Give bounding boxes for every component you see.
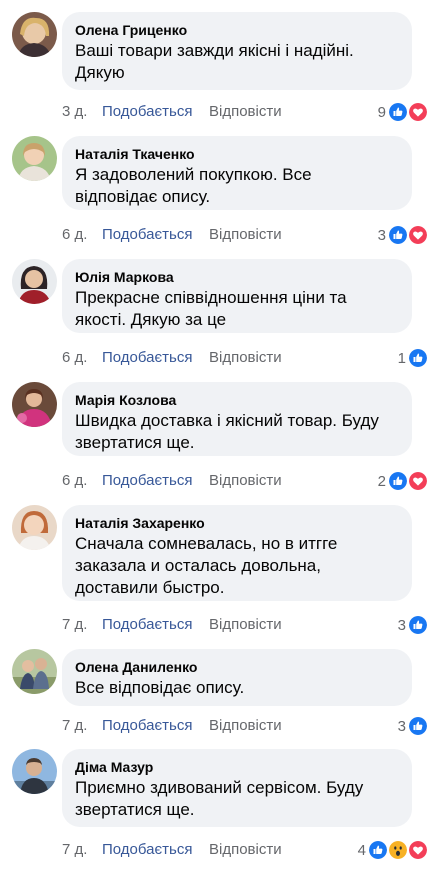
- comment-timestamp[interactable]: 6 д.: [62, 348, 87, 368]
- reply-button[interactable]: Відповісти: [209, 471, 282, 491]
- comment-author[interactable]: Наталія Захаренко: [75, 514, 398, 532]
- comment-actions: 6 д. Подобається Відповісти: [62, 225, 362, 245]
- reaction-count: 2: [377, 472, 386, 490]
- like-icon: [388, 225, 408, 245]
- avatar[interactable]: [12, 649, 57, 694]
- reaction-count: 3: [397, 717, 406, 735]
- comment-author[interactable]: Діма Мазур: [75, 758, 398, 776]
- like-icon: [408, 348, 428, 368]
- reply-button[interactable]: Відповісти: [209, 840, 282, 860]
- reply-button[interactable]: Відповісти: [209, 102, 282, 122]
- comment-text: Прекрасне співвідношення ціни та якості.…: [75, 288, 347, 329]
- avatar[interactable]: [12, 382, 57, 427]
- like-button[interactable]: Подобається: [102, 716, 192, 736]
- comment-author[interactable]: Юлія Маркова: [75, 268, 398, 286]
- comment-bubble: Наталія Захаренко Сначала сомневалась, но…: [62, 505, 412, 601]
- reaction-summary[interactable]: 1: [398, 348, 428, 368]
- comment-actions: 7 д. Подобається Відповісти: [62, 716, 362, 736]
- avatar[interactable]: [12, 505, 57, 550]
- comment-author[interactable]: Олена Гриценко: [75, 21, 398, 39]
- comment-author[interactable]: Марія Козлова: [75, 391, 398, 409]
- like-icon: [408, 716, 428, 736]
- like-button[interactable]: Подобається: [102, 615, 192, 635]
- comment-timestamp[interactable]: 3 д.: [62, 102, 87, 122]
- comment-bubble: Діма Мазур Приємно здивований сервісом. Б…: [62, 749, 412, 827]
- like-icon: [388, 102, 408, 122]
- comment-timestamp[interactable]: 7 д.: [62, 716, 87, 736]
- reply-button[interactable]: Відповісти: [209, 615, 282, 635]
- love-icon: [408, 225, 428, 245]
- reaction-summary[interactable]: 3: [378, 225, 428, 245]
- reaction-summary[interactable]: 3: [398, 716, 428, 736]
- reaction-summary[interactable]: 4: [358, 840, 428, 860]
- comment-timestamp[interactable]: 6 д.: [62, 225, 87, 245]
- like-button[interactable]: Подобається: [102, 840, 192, 860]
- comment-actions: 6 д. Подобається Відповісти: [62, 471, 362, 491]
- comment-text: Сначала сомневалась, но в итгге заказала…: [75, 534, 338, 597]
- love-icon: [408, 102, 428, 122]
- comment-timestamp[interactable]: 7 д.: [62, 840, 87, 860]
- comment-bubble: Марія Козлова Швидка доставка і якісний т…: [62, 382, 412, 456]
- like-button[interactable]: Подобається: [102, 471, 192, 491]
- reaction-count: 9: [377, 103, 386, 121]
- reply-button[interactable]: Відповісти: [209, 225, 282, 245]
- reaction-summary[interactable]: 2: [378, 471, 428, 491]
- avatar[interactable]: [12, 749, 57, 794]
- comment-bubble: Олена Даниленко Все відповідає опису.: [62, 649, 412, 706]
- comment-actions: 7 д. Подобається Відповісти: [62, 615, 362, 635]
- like-icon: [408, 615, 428, 635]
- comment-text: Я задоволений покупкою. Все відповідає о…: [75, 165, 312, 206]
- like-button[interactable]: Подобається: [102, 225, 192, 245]
- comment-timestamp[interactable]: 6 д.: [62, 471, 87, 491]
- like-icon: [388, 471, 408, 491]
- love-icon: [408, 840, 428, 860]
- comment-actions: 7 д. Подобається Відповісти: [62, 840, 362, 860]
- reaction-count: 3: [377, 226, 386, 244]
- like-button[interactable]: Подобається: [102, 348, 192, 368]
- comment-bubble: Наталія Ткаченко Я задоволений покупкою. …: [62, 136, 412, 210]
- comment-text: Приємно здивований сервісом. Буду зверта…: [75, 778, 364, 819]
- comment-timestamp[interactable]: 7 д.: [62, 615, 87, 635]
- reply-button[interactable]: Відповісти: [209, 348, 282, 368]
- avatar[interactable]: [12, 259, 57, 304]
- comment-author[interactable]: Наталія Ткаченко: [75, 145, 398, 163]
- comment-text: Ваші товари завжди якісні і надійні. Дяк…: [75, 41, 354, 82]
- avatar[interactable]: [12, 12, 57, 57]
- reaction-summary[interactable]: 9: [378, 102, 428, 122]
- comment-actions: 6 д. Подобається Відповісти: [62, 348, 362, 368]
- reaction-count: 1: [397, 349, 406, 367]
- reaction-count: 3: [397, 616, 406, 634]
- reaction-count: 4: [357, 841, 366, 859]
- reply-button[interactable]: Відповісти: [209, 716, 282, 736]
- comment-actions: 3 д. Подобається Відповісти: [62, 102, 362, 122]
- comment-author[interactable]: Олена Даниленко: [75, 658, 398, 676]
- like-icon: [368, 840, 388, 860]
- comment-bubble: Олена Гриценко Ваші товари завжди якісні …: [62, 12, 412, 90]
- reaction-summary[interactable]: 3: [398, 615, 428, 635]
- like-button[interactable]: Подобається: [102, 102, 192, 122]
- avatar[interactable]: [12, 136, 57, 181]
- comment-bubble: Юлія Маркова Прекрасне співвідношення цін…: [62, 259, 412, 333]
- comment-text: Все відповідає опису.: [75, 678, 245, 697]
- comment-text: Швидка доставка і якісний товар. Буду зв…: [75, 411, 379, 452]
- love-icon: [408, 471, 428, 491]
- wow-icon: [388, 840, 408, 860]
